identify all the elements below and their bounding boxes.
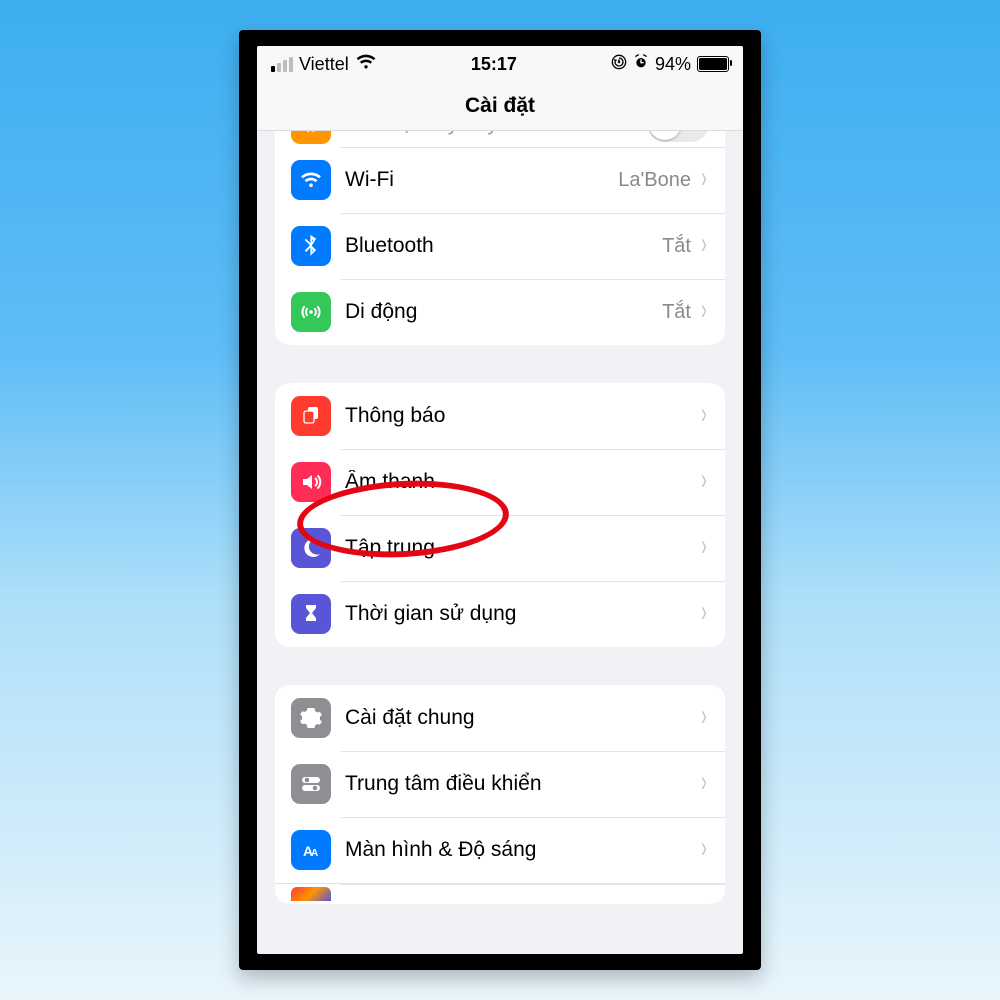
row-focus[interactable]: Tập trung › [275, 515, 725, 581]
row-label: Chế độ máy bay [345, 131, 647, 136]
clock: 15:17 [471, 54, 517, 75]
row-value: La'Bone [618, 169, 691, 192]
chevron-right-icon: › [701, 295, 707, 325]
chevron-right-icon: › [701, 701, 707, 731]
chevron-right-icon: › [701, 767, 707, 797]
hourglass-icon [291, 594, 331, 634]
chevron-right-icon: › [701, 399, 707, 429]
group-general: Cài đặt chung › Trung tâm điều khiển › A… [275, 685, 725, 904]
row-cutoff[interactable] [275, 883, 725, 904]
partial-icon [291, 887, 331, 901]
airplane-icon [291, 131, 331, 144]
status-right: 94% [611, 54, 729, 75]
signal-icon [271, 57, 293, 72]
row-bluetooth[interactable]: Bluetooth Tắt › [275, 213, 725, 279]
row-value: Tắt [662, 301, 691, 324]
rotation-lock-icon [611, 54, 627, 75]
row-value: Tắt [662, 235, 691, 258]
toggles-icon [291, 764, 331, 804]
chevron-right-icon: › [701, 833, 707, 863]
row-notifications[interactable]: Thông báo › [275, 383, 725, 449]
row-cellular[interactable]: Di động Tắt › [275, 279, 725, 345]
page-title: Cài đặt [257, 82, 743, 131]
row-label: Trung tâm điều khiển [345, 772, 699, 796]
alarm-icon [633, 54, 649, 75]
bell-icon [291, 396, 331, 436]
row-sounds[interactable]: Âm thanh › [275, 449, 725, 515]
row-label: Wi-Fi [345, 168, 618, 192]
chevron-right-icon: › [701, 465, 707, 495]
svg-text:A: A [311, 848, 318, 859]
chevron-right-icon: › [701, 531, 707, 561]
chevron-right-icon: › [701, 163, 707, 193]
bluetooth-icon [291, 226, 331, 266]
battery-icon [697, 56, 729, 72]
row-label: Âm thanh [345, 470, 699, 494]
chevron-right-icon: › [701, 597, 707, 627]
row-label: Thời gian sử dụng [345, 602, 699, 626]
row-general[interactable]: Cài đặt chung › [275, 685, 725, 751]
row-airplane[interactable]: Chế độ máy bay [275, 131, 725, 147]
status-left: Viettel [271, 54, 377, 75]
row-display[interactable]: AA Màn hình & Độ sáng › [275, 817, 725, 883]
row-screentime[interactable]: Thời gian sử dụng › [275, 581, 725, 647]
group-connectivity: Chế độ máy bay Wi-Fi La'Bone › Bluetooth [275, 131, 725, 345]
airplane-toggle[interactable] [647, 131, 709, 142]
gear-icon [291, 698, 331, 738]
settings-scroll[interactable]: Chế độ máy bay Wi-Fi La'Bone › Bluetooth [257, 131, 743, 954]
chevron-right-icon: › [701, 229, 707, 259]
wifi-tile-icon [291, 160, 331, 200]
row-label: Di động [345, 300, 662, 324]
carrier-label: Viettel [299, 54, 349, 75]
battery-pct: 94% [655, 54, 691, 75]
cellular-icon [291, 292, 331, 332]
row-label: Bluetooth [345, 234, 662, 258]
row-label: Thông báo [345, 404, 699, 428]
row-label: Cài đặt chung [345, 706, 699, 730]
display-icon: AA [291, 830, 331, 870]
row-wifi[interactable]: Wi-Fi La'Bone › [275, 147, 725, 213]
row-control-center[interactable]: Trung tâm điều khiển › [275, 751, 725, 817]
speaker-icon [291, 462, 331, 502]
moon-icon [291, 528, 331, 568]
row-label: Màn hình & Độ sáng [345, 838, 699, 862]
wifi-icon [355, 54, 377, 74]
screen: Viettel 15:17 94% Cài đặt [257, 46, 743, 954]
group-attention: Thông báo › Âm thanh › Tập trung › [275, 383, 725, 647]
row-label: Tập trung [345, 536, 699, 560]
status-bar: Viettel 15:17 94% [257, 46, 743, 82]
device-frame: Viettel 15:17 94% Cài đặt [239, 30, 761, 970]
